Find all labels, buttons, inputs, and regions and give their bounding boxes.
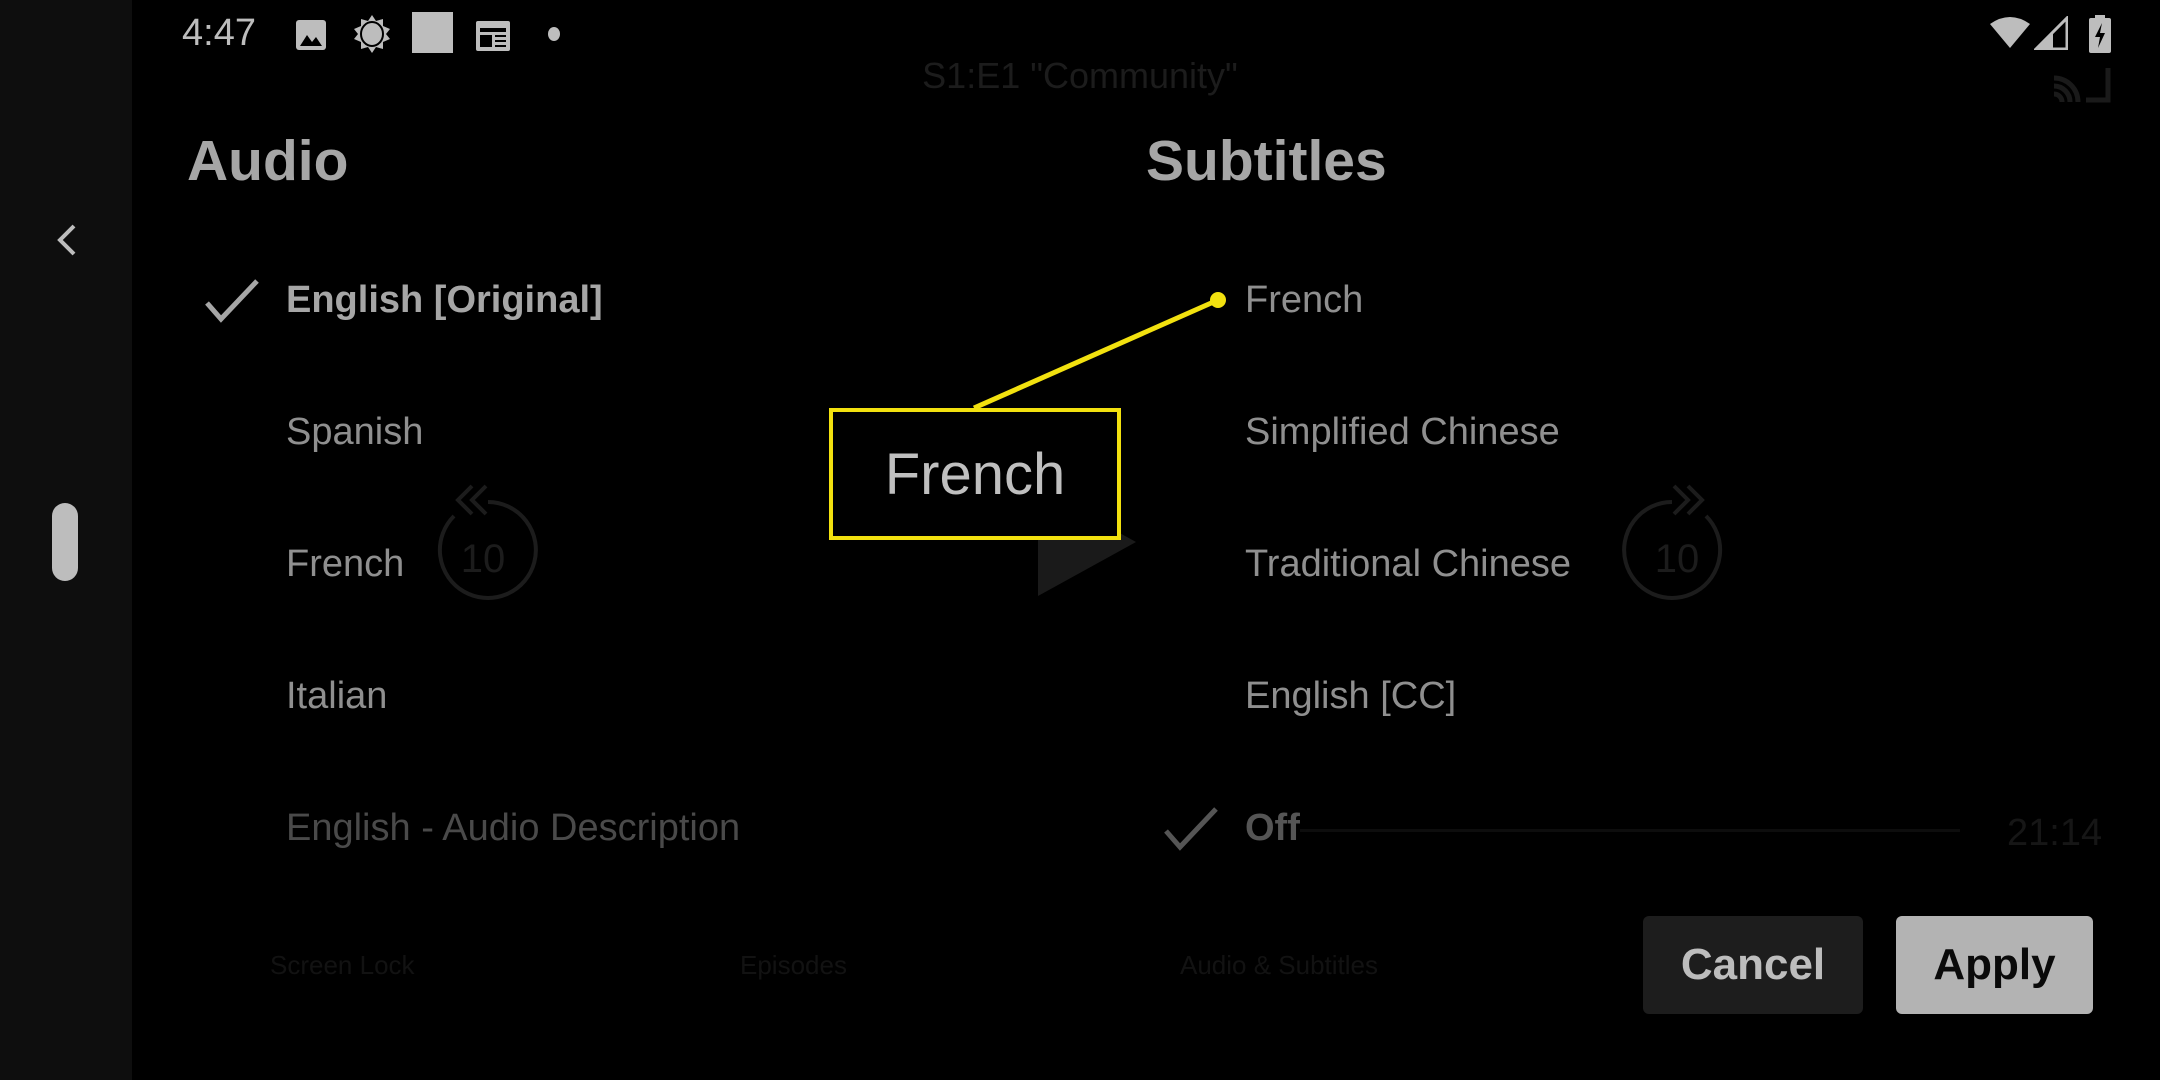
episodes-control[interactable]: Episodes bbox=[740, 950, 847, 981]
audio-option-label: English - Audio Description bbox=[286, 807, 741, 849]
subtitle-option-label: Off bbox=[1245, 807, 1300, 849]
cast-icon[interactable] bbox=[2050, 64, 2112, 104]
news-icon bbox=[476, 21, 510, 51]
audio-subtitles-label: Audio & Subtitles bbox=[1180, 950, 1379, 980]
square-icon bbox=[412, 12, 453, 53]
subtitle-option-label: English [CC] bbox=[1245, 675, 1457, 717]
subtitles-heading: Subtitles bbox=[1146, 129, 1387, 193]
image-icon bbox=[296, 20, 326, 50]
screen-lock-control[interactable]: Screen Lock bbox=[270, 950, 415, 981]
status-time: 4:47 bbox=[182, 12, 256, 54]
checkmark-icon bbox=[205, 279, 259, 323]
battery-charging-icon bbox=[2089, 15, 2111, 53]
cancel-button[interactable]: Cancel bbox=[1643, 916, 1863, 1014]
cancel-label: Cancel bbox=[1680, 940, 1826, 989]
audio-option-label: Spanish bbox=[286, 411, 424, 453]
callout-label: French bbox=[884, 441, 1066, 507]
chevron-left-icon bbox=[57, 224, 76, 256]
dot-icon bbox=[548, 27, 560, 41]
apply-label: Apply bbox=[1933, 940, 2056, 989]
audio-option-label: French bbox=[286, 543, 405, 585]
subtitle-option-label: Simplified Chinese bbox=[1245, 411, 1560, 453]
brightness-icon bbox=[354, 15, 390, 53]
drag-handle[interactable] bbox=[52, 503, 78, 581]
audio-option-label: English [Original] bbox=[286, 279, 603, 321]
audio-subtitles-control[interactable]: Audio & Subtitles bbox=[1180, 950, 1378, 981]
subtitle-option-label: French bbox=[1245, 279, 1364, 321]
signal-icon bbox=[2034, 16, 2068, 50]
apply-button[interactable]: Apply bbox=[1896, 916, 2093, 1014]
audio-heading: Audio bbox=[187, 129, 349, 193]
subtitle-option-label: Traditional Chinese bbox=[1245, 543, 1571, 585]
callout-box: French bbox=[829, 408, 1121, 540]
duration-label: 21:14 bbox=[2007, 812, 2103, 854]
side-navigation-bar bbox=[0, 0, 132, 1080]
screen-lock-label: Screen Lock bbox=[270, 950, 415, 980]
back-button[interactable] bbox=[48, 218, 88, 262]
episode-title: S1:E1 "Community" bbox=[922, 55, 1238, 96]
episodes-label: Episodes bbox=[740, 950, 847, 980]
wifi-icon bbox=[1990, 17, 2030, 48]
checkmark-icon bbox=[1164, 807, 1218, 851]
audio-option-label: Italian bbox=[286, 675, 388, 717]
